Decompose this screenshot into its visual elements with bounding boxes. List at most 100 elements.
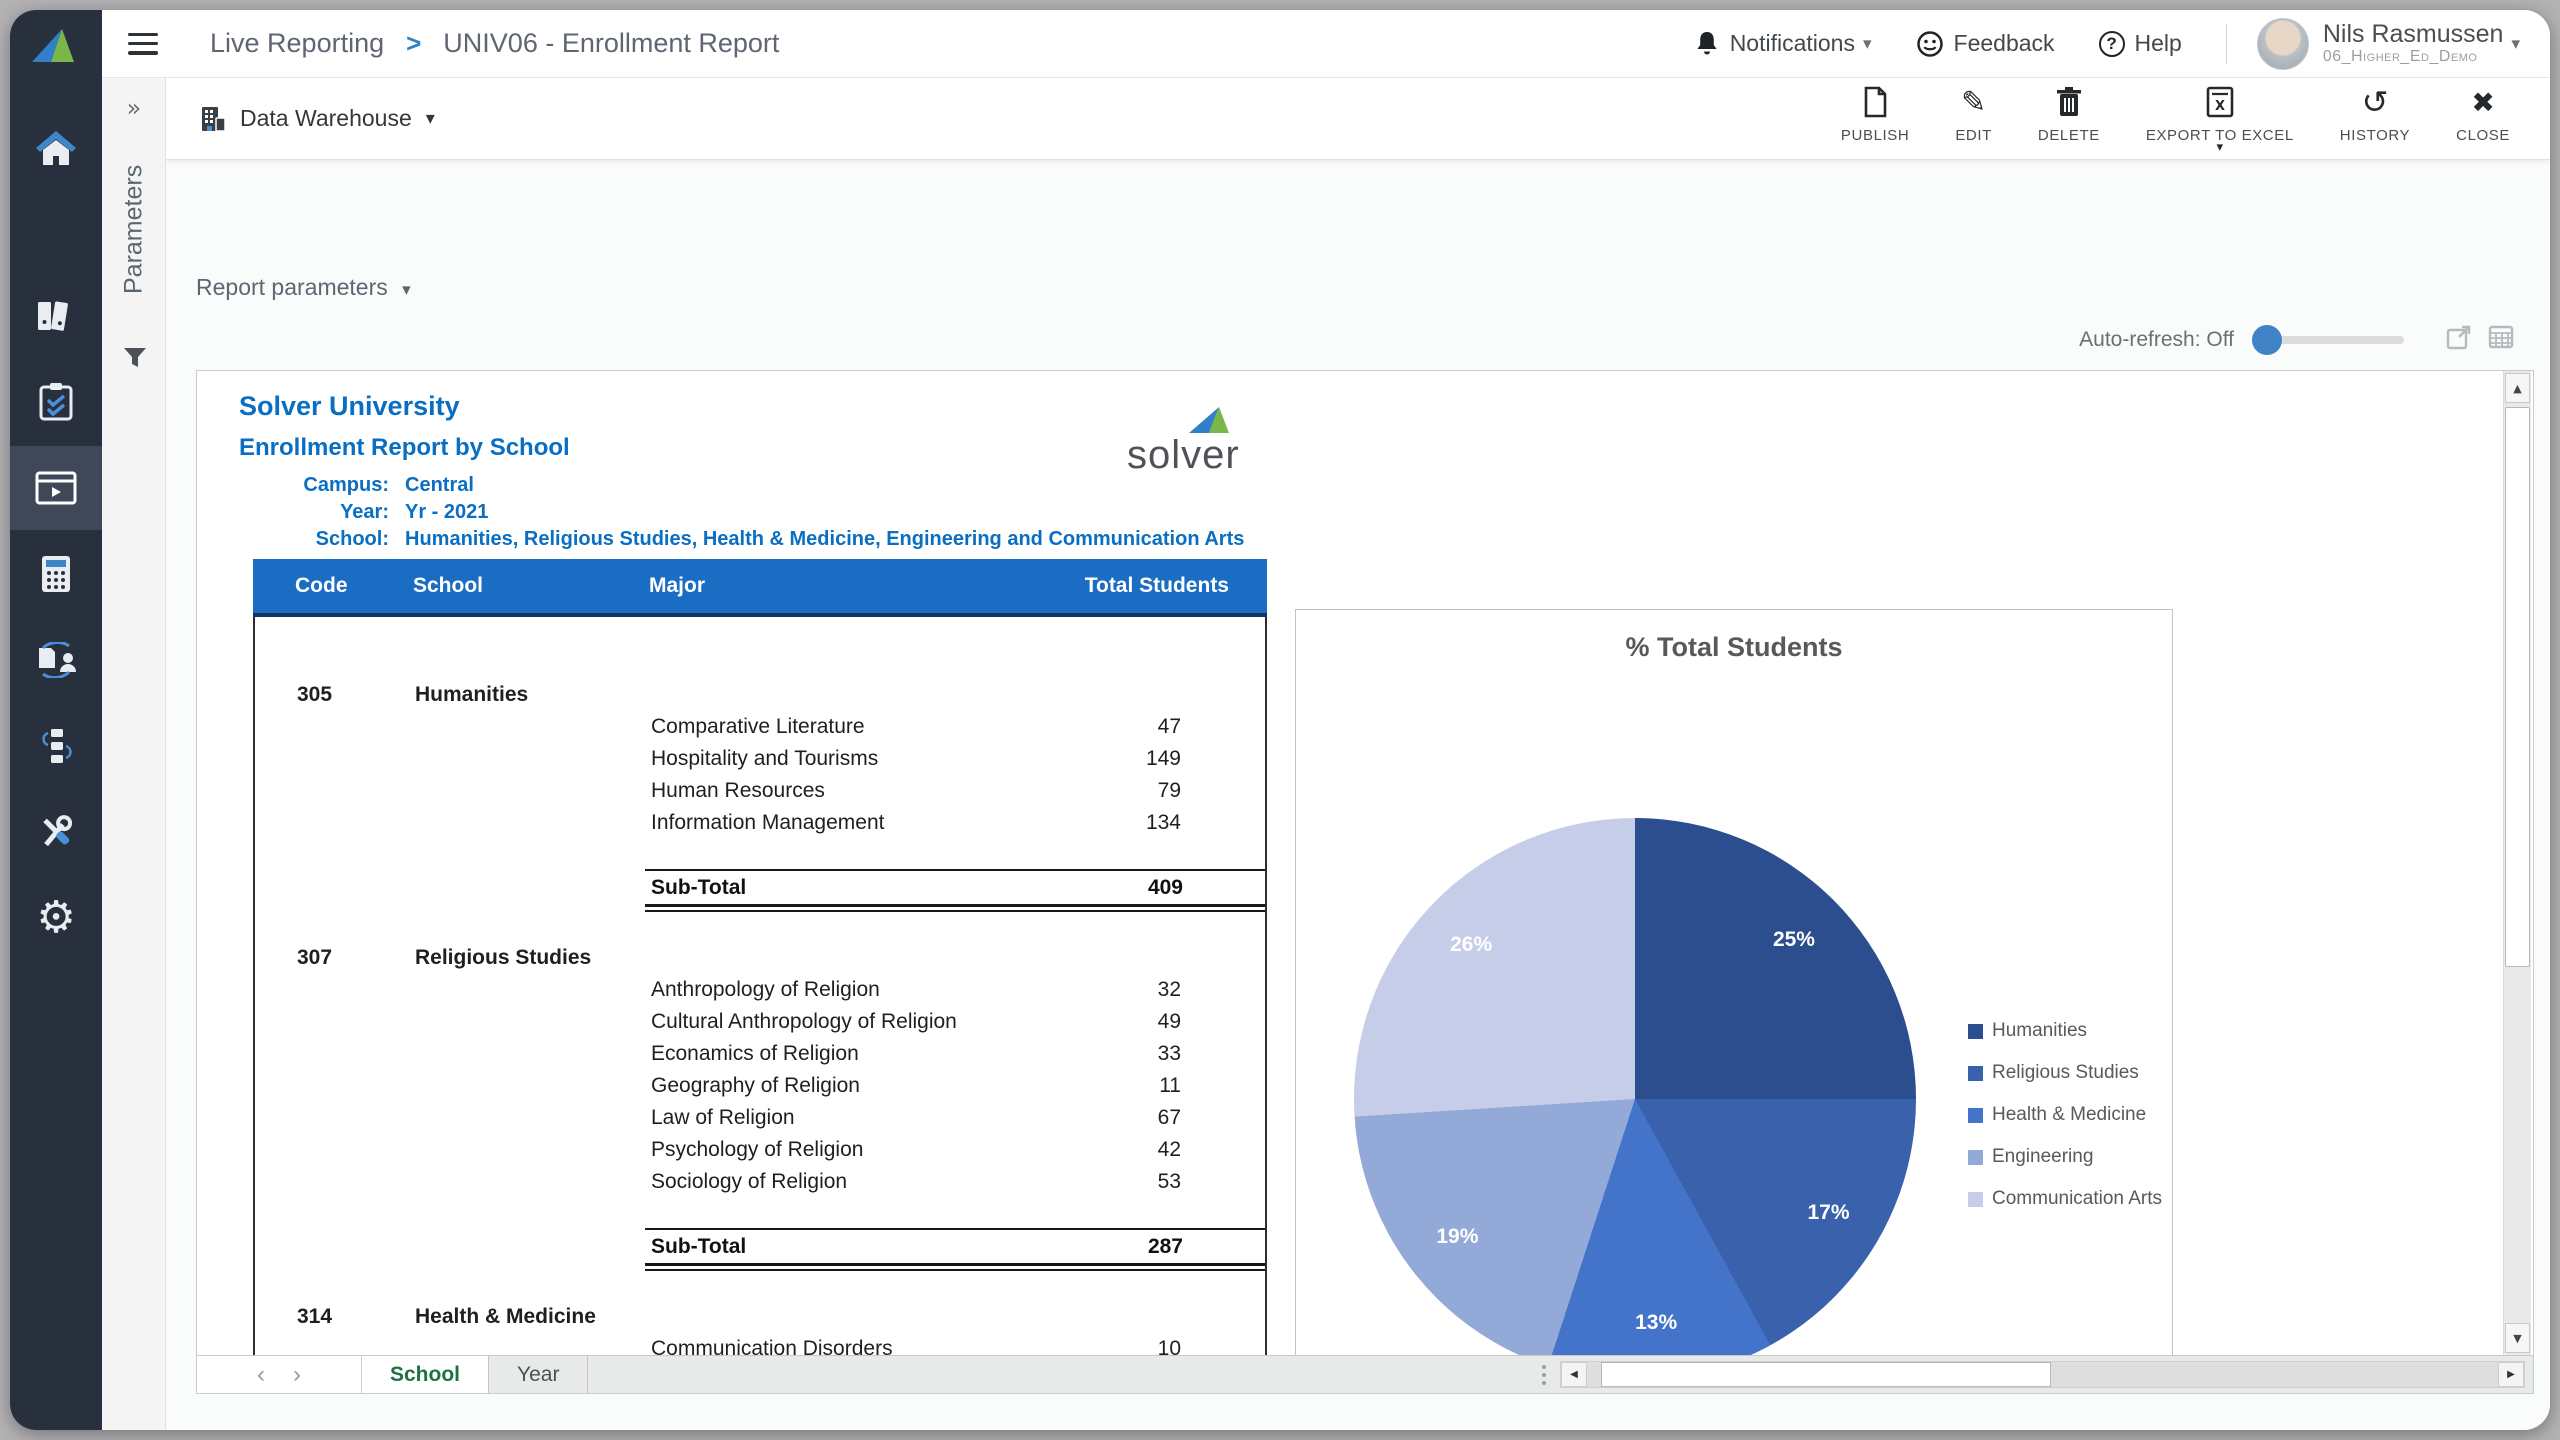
table-row: Communication Disorders10 — [255, 1333, 1265, 1355]
sidebar-item-library[interactable] — [10, 274, 102, 358]
notifications-label: Notifications — [1730, 30, 1855, 57]
drag-handle-icon[interactable] — [1542, 1356, 1548, 1393]
history-button[interactable]: ↺ HISTORY — [2340, 85, 2410, 144]
solver-report-logo: solver — [1127, 417, 1307, 477]
close-button[interactable]: ✖ CLOSE — [2456, 85, 2510, 144]
section-gap — [255, 912, 1265, 942]
legend-item: Health & Medicine — [1968, 1104, 2162, 1126]
sidebar-item-home[interactable] — [10, 106, 102, 190]
legend-item: Humanities — [1968, 1020, 2162, 1042]
menu-toggle-icon[interactable] — [128, 33, 158, 55]
svg-text:X: X — [2215, 99, 2225, 114]
meta-label: Campus: — [239, 472, 389, 499]
legend-swatch — [1968, 1192, 1983, 1207]
row-total: 149 — [1009, 747, 1265, 771]
export-to-excel-button[interactable]: X EXPORT TO EXCEL ▾ — [2146, 85, 2294, 152]
subtotal-label: Sub-Total — [645, 1235, 746, 1259]
help-button[interactable]: ? Help — [2099, 30, 2182, 57]
user-menu[interactable]: Nils Rasmussen 06_Higher_Ed_Demo — [2323, 21, 2504, 66]
table-row: Anthropology of Religion32 — [255, 974, 1265, 1006]
avatar[interactable] — [2257, 18, 2309, 70]
sidebar-item-live-reporting[interactable] — [10, 446, 102, 530]
section-gap — [255, 1271, 1265, 1301]
table-section-row: 314Health & Medicine — [255, 1301, 1265, 1333]
sidebar-item-settings[interactable]: ⚙ — [10, 876, 102, 960]
scroll-up-icon[interactable]: ▲ — [2505, 373, 2530, 403]
report-page: Solver University Enrollment Report by S… — [197, 371, 2533, 1355]
sidebar-item-tasks[interactable] — [10, 360, 102, 444]
publish-icon — [1862, 85, 1888, 119]
help-label: Help — [2135, 30, 2182, 57]
table-header-row: Code School Major Total Students — [253, 559, 1267, 617]
row-total: 11 — [1009, 1074, 1265, 1098]
sheet-tab-year[interactable]: Year — [489, 1356, 588, 1393]
legend-label: Communication Arts — [1992, 1188, 2162, 1210]
sidebar-item-admin-tools[interactable] — [10, 790, 102, 874]
sidebar-item-budgeting[interactable] — [10, 532, 102, 616]
table-section-row: 307Religious Studies — [255, 942, 1265, 974]
subtotal-value: 287 — [1148, 1235, 1265, 1259]
delete-button[interactable]: DELETE — [2038, 85, 2100, 144]
subtotal-row: Sub-Total 287 — [645, 1228, 1265, 1266]
row-major: Law of Religion — [645, 1106, 1009, 1130]
popout-icon[interactable] — [2446, 324, 2472, 355]
document-user-sync-icon — [33, 642, 79, 678]
bell-icon — [1694, 30, 1720, 58]
excel-export-icon: X — [2205, 85, 2235, 119]
subtotal-value: 409 — [1148, 876, 1265, 900]
row-major: Psychology of Religion — [645, 1138, 1009, 1162]
scroll-right-icon[interactable]: ▶ — [2498, 1362, 2524, 1387]
breadcrumb-section[interactable]: Live Reporting — [210, 28, 384, 59]
row-major: Sociology of Religion — [645, 1170, 1009, 1194]
table-row: Cultural Anthropology of Religion49 — [255, 1006, 1265, 1038]
edit-button[interactable]: ✎ EDIT — [1955, 85, 1992, 144]
section-code: 314 — [255, 1305, 405, 1329]
scroll-left-icon[interactable]: ◀ — [1561, 1362, 1587, 1387]
history-clock-icon: ↺ — [2362, 85, 2389, 119]
filter-funnel-icon[interactable] — [122, 346, 148, 375]
next-sheet-icon[interactable]: › — [293, 1361, 301, 1389]
legend-swatch — [1968, 1108, 1983, 1123]
scroll-down-icon[interactable]: ▼ — [2505, 1323, 2530, 1353]
row-total: 67 — [1009, 1106, 1265, 1130]
vertical-scroll-thumb[interactable] — [2505, 407, 2530, 967]
row-total: 53 — [1009, 1170, 1265, 1194]
row-major: Comparative Literature — [645, 715, 1009, 739]
auto-refresh-slider[interactable] — [2254, 336, 2404, 344]
table-row: Psychology of Religion42 — [255, 1134, 1265, 1166]
table-row: Information Management134 — [255, 807, 1265, 839]
subtotal-label: Sub-Total — [645, 876, 746, 900]
parameters-rail-label: Parameters — [102, 134, 166, 324]
sidebar-item-collaboration[interactable] — [10, 618, 102, 702]
data-source-dropdown[interactable]: Data Warehouse ▾ — [198, 104, 435, 134]
main-area: Data Warehouse ▾ PUBLISH ✎ EDIT — [166, 78, 2550, 1430]
breadcrumb-page-title: UNIV06 - Enrollment Report — [443, 28, 779, 59]
rail-expand-icon[interactable]: » — [102, 94, 166, 122]
prev-sheet-icon[interactable]: ‹ — [257, 1361, 265, 1389]
row-total: 49 — [1009, 1010, 1265, 1034]
vertical-scrollbar[interactable]: ▲ ▼ — [2503, 371, 2531, 1355]
chevron-down-icon: ▾ — [1863, 34, 1872, 54]
slider-knob[interactable] — [2252, 325, 2282, 355]
user-menu-chevron-icon[interactable]: ▾ — [2511, 34, 2520, 54]
report-meta: Campus:Central Year:Yr - 2021 School:Hum… — [239, 472, 1244, 553]
enrollment-table: Code School Major Total Students 305Huma… — [253, 559, 1267, 1355]
pie-slice-label: 19% — [1436, 1225, 1478, 1249]
grid-view-icon[interactable] — [2488, 324, 2514, 355]
sheet-tab-school[interactable]: School — [362, 1356, 489, 1393]
column-header: Total Students — [1007, 574, 1267, 598]
sidebar-item-process-flow[interactable] — [10, 704, 102, 788]
horizontal-scrollbar[interactable]: ◀ ▶ — [1560, 1361, 2525, 1388]
table-row: Human Resources79 — [255, 775, 1265, 807]
legend-item: Engineering — [1968, 1146, 2162, 1168]
chart-title: % Total Students — [1296, 632, 2172, 663]
pie-slice-label: 13% — [1635, 1311, 1677, 1335]
notifications-button[interactable]: Notifications ▾ — [1694, 30, 1872, 58]
horizontal-scroll-thumb[interactable] — [1601, 1362, 2051, 1387]
column-header: Major — [643, 574, 1007, 598]
clipboard-check-icon — [38, 382, 74, 422]
feedback-button[interactable]: Feedback — [1916, 30, 2055, 58]
meta-value: Humanities, Religious Studies, Health & … — [405, 526, 1244, 553]
report-parameters-toggle[interactable]: Report parameters ▾ — [196, 274, 411, 301]
publish-button[interactable]: PUBLISH — [1841, 85, 1909, 144]
